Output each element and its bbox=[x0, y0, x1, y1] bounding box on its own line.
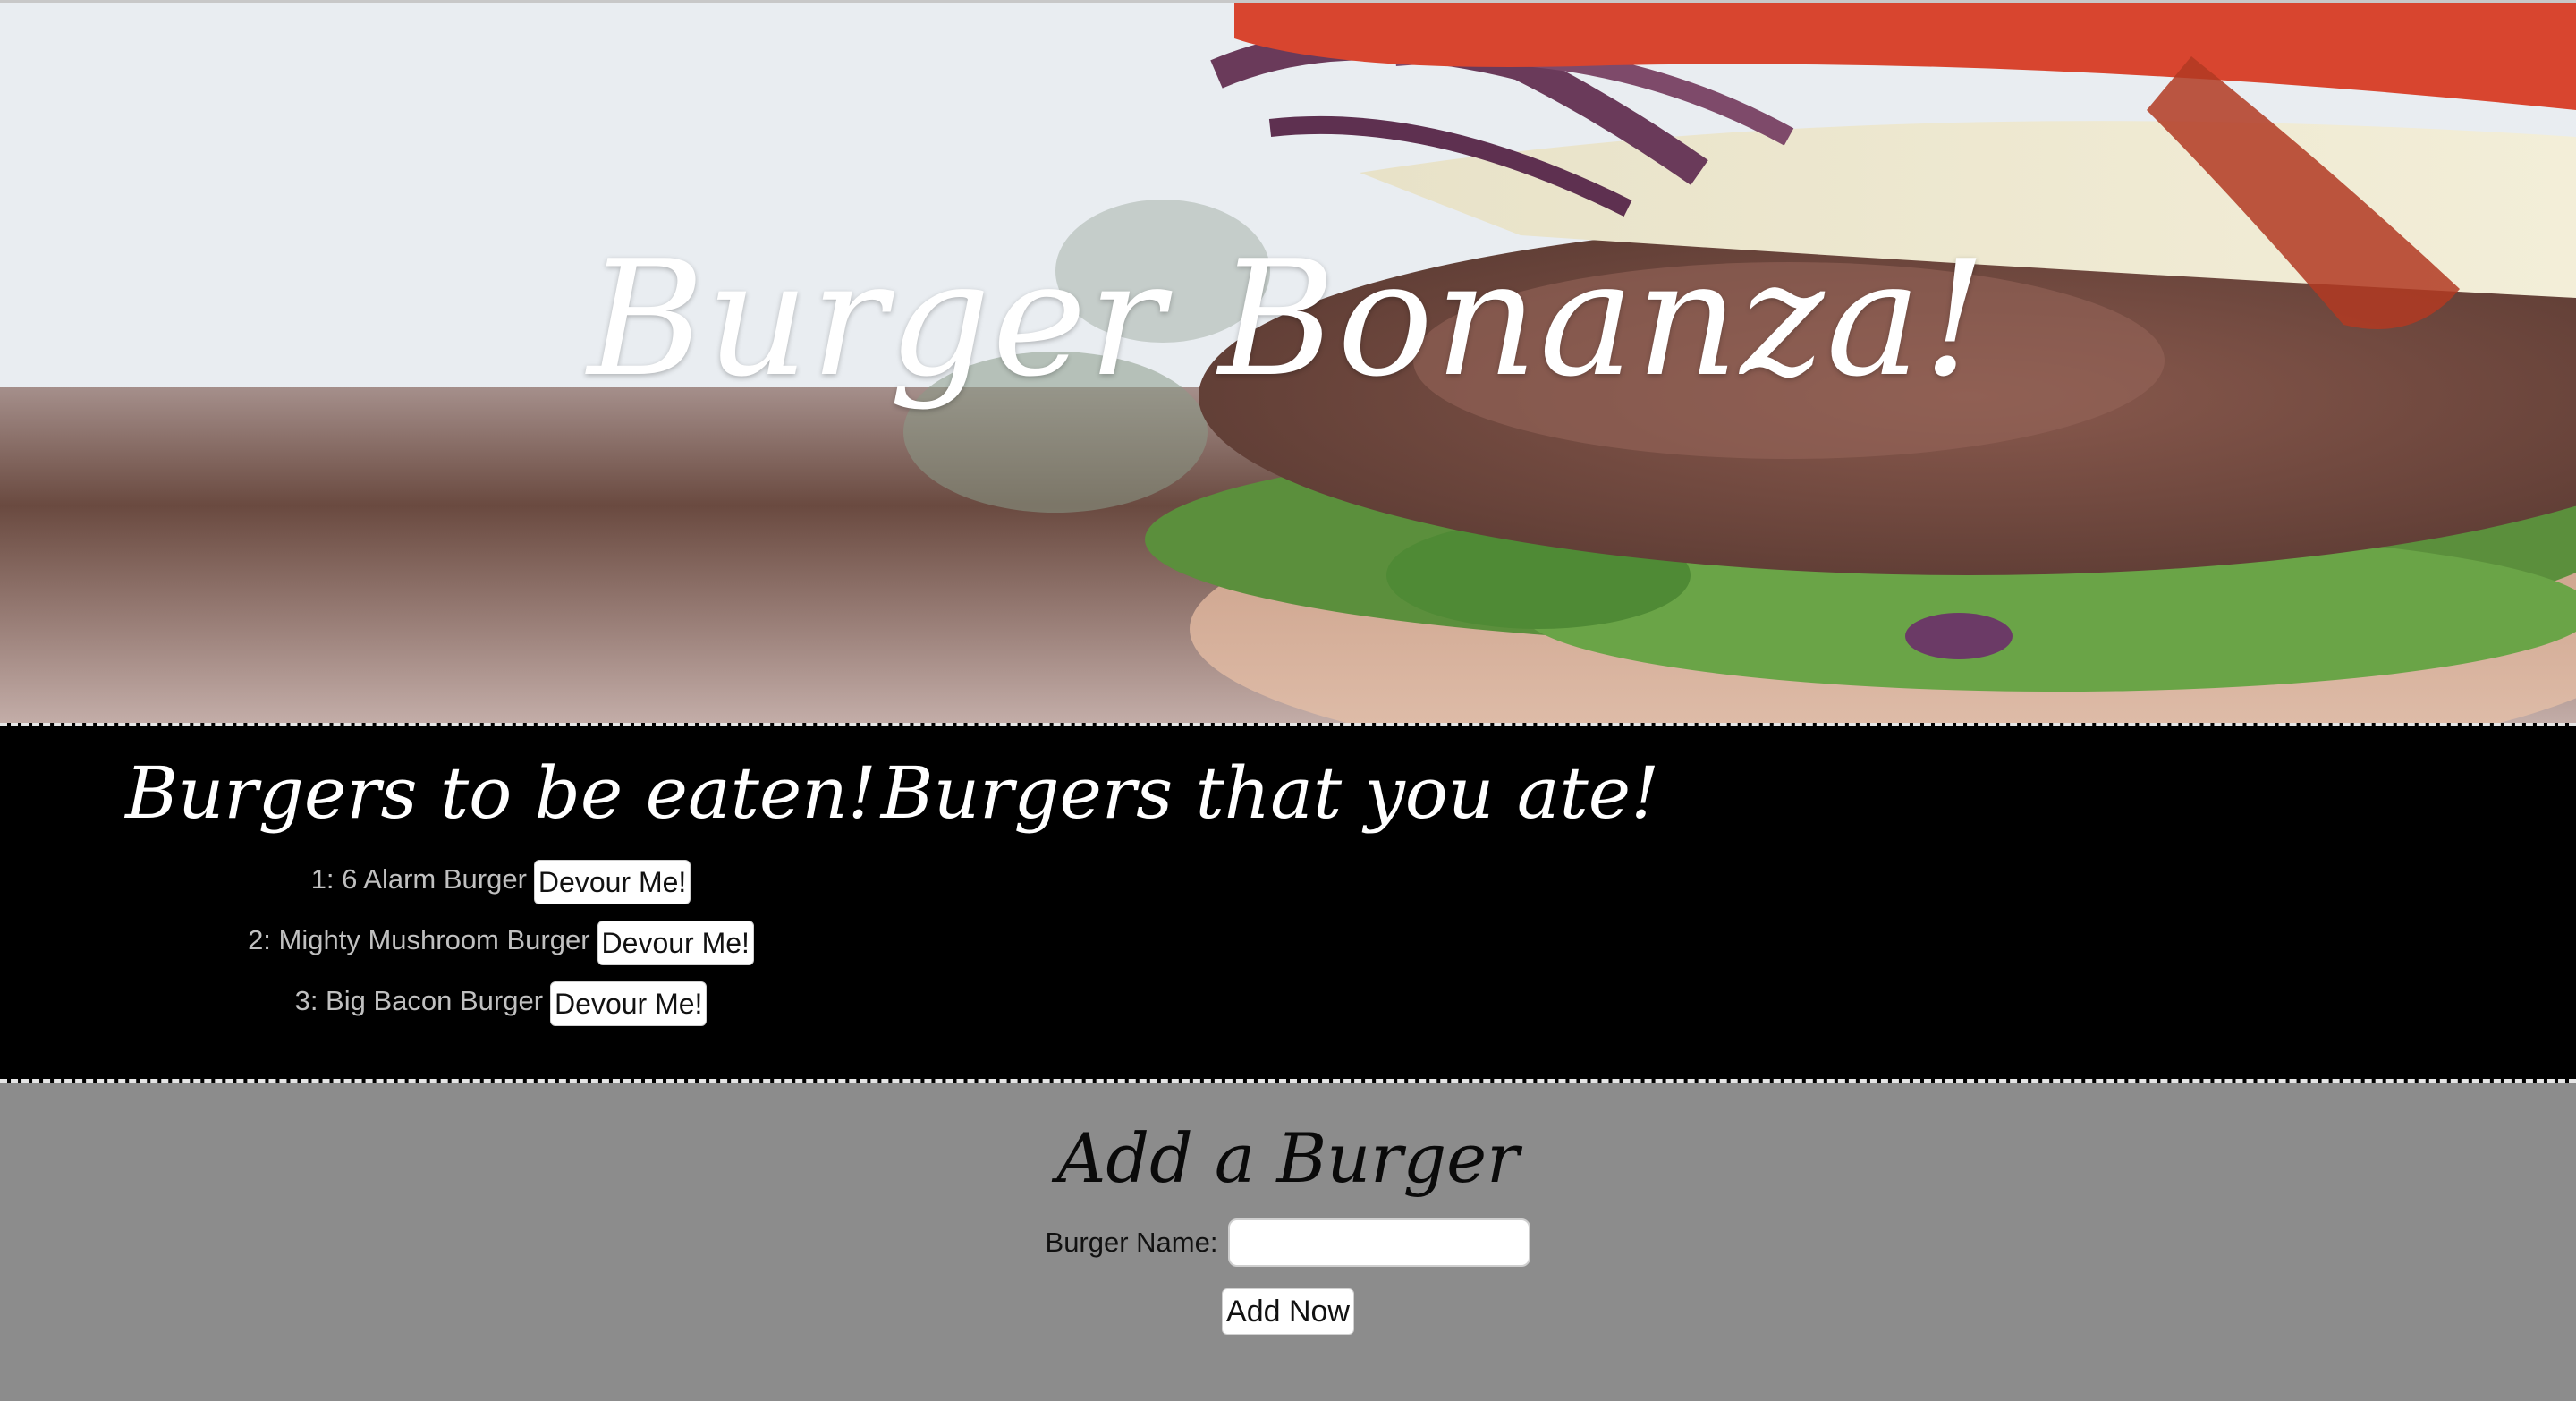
list-item: 2: Mighty Mushroom Burger Devour Me! bbox=[0, 913, 1145, 973]
page: Burger Bonanza! Burgers to be eaten! 1: … bbox=[0, 0, 2576, 1401]
burger-lists-section: Burgers to be eaten! 1: 6 Alarm Burger D… bbox=[0, 723, 2576, 1083]
to-eat-list: 1: 6 Alarm Burger Devour Me! 2: Mighty M… bbox=[0, 852, 1145, 1034]
devour-button[interactable]: Devour Me! bbox=[550, 981, 708, 1026]
hero-banner: Burger Bonanza! bbox=[0, 0, 2576, 723]
burger-name: 1: 6 Alarm Burger bbox=[310, 863, 527, 895]
add-now-button[interactable]: Add Now bbox=[1222, 1288, 1354, 1335]
burger-name: 3: Big Bacon Burger bbox=[294, 985, 544, 1016]
list-item: 1: 6 Alarm Burger Devour Me! bbox=[0, 852, 1145, 913]
burger-name-row: Burger Name: bbox=[0, 1218, 2576, 1267]
burger-name-label: Burger Name: bbox=[1045, 1227, 1218, 1258]
list-item: 3: Big Bacon Burger Devour Me! bbox=[0, 973, 1145, 1034]
devour-button[interactable]: Devour Me! bbox=[533, 860, 691, 904]
burger-name: 2: Mighty Mushroom Burger bbox=[248, 924, 590, 955]
page-title: Burger Bonanza! bbox=[587, 226, 1989, 412]
add-burger-heading: Add a Burger bbox=[1056, 1118, 1520, 1198]
devour-button[interactable]: Devour Me! bbox=[597, 921, 754, 965]
eaten-heading: Burgers that you ate! bbox=[880, 751, 1660, 835]
eaten-column: Burgers that you ate! bbox=[626, 726, 1914, 852]
burger-name-input[interactable] bbox=[1228, 1218, 1531, 1267]
add-burger-section: Add a Burger Burger Name: Add Now bbox=[0, 1083, 2576, 1401]
